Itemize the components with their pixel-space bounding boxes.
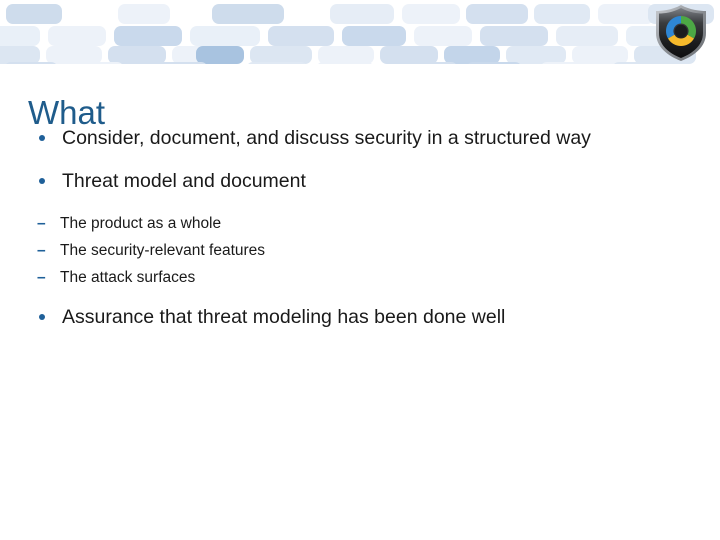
header-brick bbox=[480, 26, 548, 46]
header-brick bbox=[402, 4, 460, 24]
header-brick bbox=[268, 26, 334, 46]
bullet-item-level1: Threat model and document bbox=[28, 167, 692, 196]
header-brick bbox=[246, 62, 308, 64]
header-brick bbox=[534, 4, 590, 24]
bullet-text: Threat model and document bbox=[62, 170, 306, 192]
slide-body: Consider, document, and discuss security… bbox=[28, 124, 692, 346]
header-brick bbox=[150, 62, 208, 64]
header-brick bbox=[196, 46, 244, 64]
header-brick bbox=[6, 4, 62, 24]
header-brick bbox=[556, 26, 618, 46]
bullet-text: Consider, document, and discuss security… bbox=[62, 127, 591, 149]
bullet-item-level2: – The product as a whole bbox=[28, 210, 692, 237]
header-brick bbox=[4, 62, 58, 64]
bullet-dot-icon bbox=[39, 178, 45, 184]
header-brick bbox=[64, 62, 124, 64]
header-brick bbox=[598, 4, 654, 24]
header-brick bbox=[466, 4, 528, 24]
header-brick bbox=[466, 62, 522, 64]
header-brick bbox=[342, 26, 406, 46]
sub-bullet-list: – The product as a whole – The security-rel… bbox=[28, 210, 692, 291]
bullet-item-level2: – The security-relevant features bbox=[28, 237, 692, 264]
security-shield-logo bbox=[650, 3, 712, 63]
slide-canvas: What Consider, document, and discuss sec… bbox=[0, 0, 720, 540]
header-brick bbox=[316, 62, 374, 64]
bullet-dot-icon bbox=[39, 135, 45, 141]
header-brick bbox=[0, 26, 40, 46]
sub-bullet-text: The attack surfaces bbox=[60, 269, 196, 286]
bullet-item-level1: Assurance that threat modeling has been … bbox=[28, 303, 692, 332]
bullet-dash-icon: – bbox=[37, 242, 46, 259]
bullet-dot-icon bbox=[39, 314, 45, 320]
bullet-item-level2: – The attack surfaces bbox=[28, 264, 692, 291]
header-brick bbox=[414, 26, 472, 46]
header-brick bbox=[398, 62, 458, 64]
decorative-brick-band bbox=[0, 0, 720, 64]
bullet-item-level1: Consider, document, and discuss security… bbox=[28, 124, 692, 153]
sub-bullet-text: The security-relevant features bbox=[60, 242, 266, 259]
header-brick bbox=[48, 26, 106, 46]
header-brick bbox=[114, 26, 182, 46]
header-brick bbox=[330, 4, 394, 24]
bullet-text: Assurance that threat modeling has been … bbox=[62, 306, 506, 328]
bullet-dash-icon: – bbox=[37, 269, 46, 286]
header-brick bbox=[540, 62, 602, 64]
header-brick bbox=[118, 4, 170, 24]
sub-bullet-text: The product as a whole bbox=[60, 215, 222, 232]
header-brick bbox=[190, 26, 260, 46]
bullet-dash-icon: – bbox=[37, 215, 46, 232]
header-brick bbox=[212, 4, 284, 24]
